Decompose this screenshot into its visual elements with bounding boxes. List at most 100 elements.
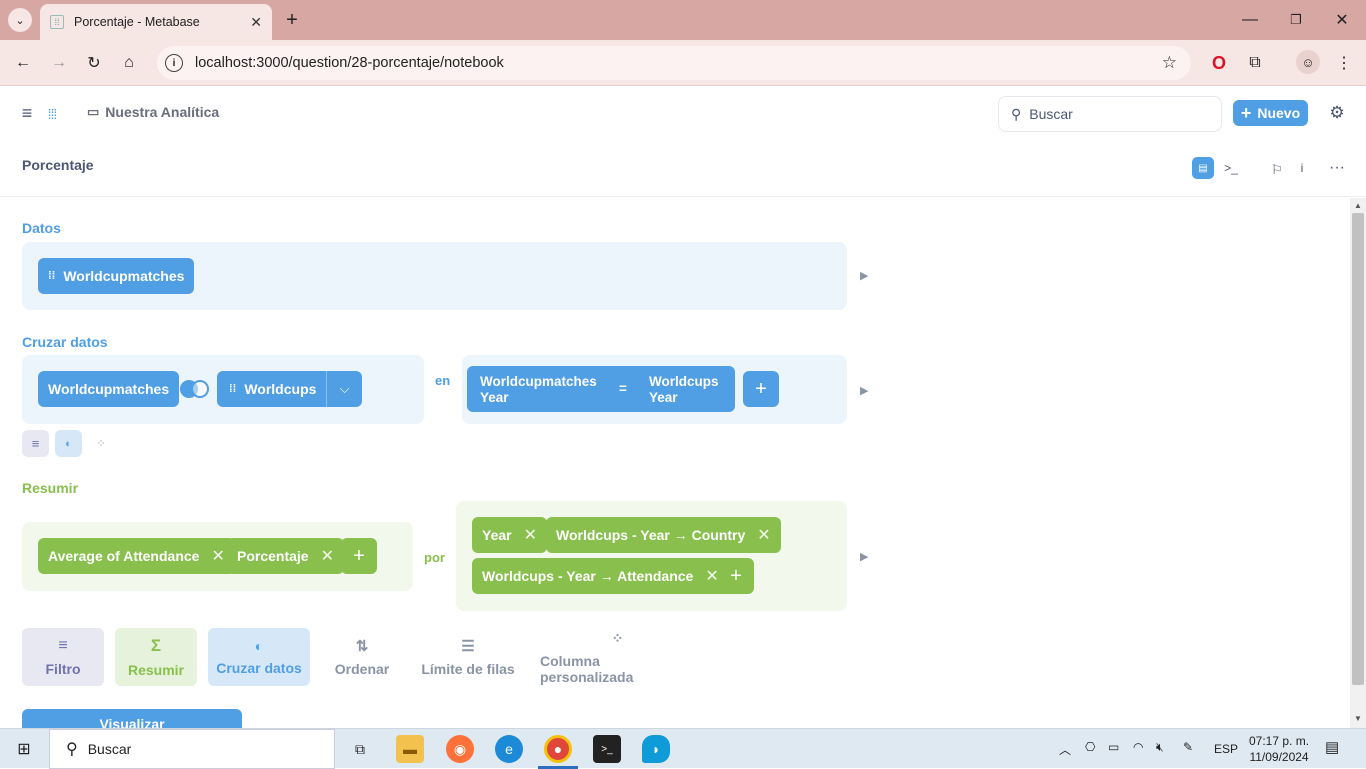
reload-icon[interactable]: ↻ bbox=[83, 52, 105, 74]
visualize-label: Visualizar bbox=[99, 716, 165, 728]
task-view-icon[interactable]: ⧉ bbox=[346, 735, 374, 763]
join-right-table-name: Worldcups bbox=[244, 381, 317, 397]
add-breakout-button[interactable]: + bbox=[718, 558, 754, 594]
scroll-down-icon[interactable]: ▼ bbox=[1354, 714, 1362, 723]
clock[interactable]: 07:17 p. m. 11/09/2024 bbox=[1249, 733, 1309, 765]
join-left-column[interactable]: Worldcupmatches Year bbox=[480, 374, 597, 406]
join-right-column-field: Year bbox=[649, 390, 678, 405]
preview-data-icon[interactable]: ▶ bbox=[860, 269, 868, 282]
join-action-button[interactable]: ◐ Cruzar datos bbox=[208, 628, 310, 686]
scrollbar-thumb[interactable] bbox=[1352, 213, 1364, 685]
metric-pill[interactable]: Average of Attendance ✕ bbox=[38, 538, 235, 574]
pen-icon[interactable]: ✎ bbox=[1183, 740, 1193, 754]
restore-icon[interactable]: ❐ bbox=[1286, 8, 1306, 32]
visualize-button[interactable]: Visualizar bbox=[22, 709, 242, 728]
browser-tab[interactable]: ⁞⁞ Porcentaje - Metabase ✕ bbox=[40, 4, 272, 40]
join-left-table-pill[interactable]: Worldcupmatches bbox=[38, 371, 180, 407]
add-join-step-icon[interactable]: ◐ bbox=[55, 430, 82, 457]
add-custom-column-step-icon[interactable]: ⁘ bbox=[90, 430, 112, 457]
home-icon[interactable]: ⌂ bbox=[118, 52, 140, 74]
preview-join-icon[interactable]: ▶ bbox=[860, 384, 868, 397]
hamburger-menu-icon[interactable]: ≡ bbox=[18, 103, 36, 123]
tray-chevron-icon[interactable]: ︿ bbox=[1059, 741, 1071, 758]
custom-column-action-button[interactable]: ⁘ Columna personalizada bbox=[540, 628, 695, 686]
metabase-logo-icon[interactable]: ⁞⁞⁞ bbox=[38, 101, 66, 127]
scroll-up-icon[interactable]: ▲ bbox=[1354, 201, 1362, 210]
chrome-icon[interactable]: ● bbox=[544, 735, 572, 763]
question-title[interactable]: Porcentaje bbox=[22, 157, 94, 173]
collection-name: Nuestra Analítica bbox=[105, 104, 220, 120]
tab-search-icon[interactable]: ⌄ bbox=[8, 8, 32, 32]
taskbar-search-label: Buscar bbox=[87, 741, 132, 757]
close-tab-icon[interactable]: ✕ bbox=[250, 14, 262, 31]
breakout-pill[interactable]: Worldcups - Year → Attendance ✕ bbox=[472, 558, 729, 594]
new-tab-icon[interactable]: + bbox=[282, 8, 302, 32]
forward-icon[interactable]: → bbox=[48, 52, 70, 74]
add-metric-button[interactable]: + bbox=[341, 538, 377, 574]
join-type-icon[interactable] bbox=[180, 380, 210, 398]
bookmark-star-icon[interactable]: ☆ bbox=[1162, 53, 1177, 73]
profile-avatar[interactable]: ☺ bbox=[1296, 50, 1320, 74]
page-scrollbar[interactable]: ▲ ▼ bbox=[1350, 198, 1366, 728]
remove-breakout-icon[interactable]: ✕ bbox=[524, 525, 537, 545]
battery-icon[interactable]: ▭ bbox=[1108, 740, 1119, 754]
tray-app-icon[interactable]: ⎔ bbox=[1085, 740, 1095, 754]
add-join-condition-button[interactable]: + bbox=[743, 371, 779, 407]
plus-icon: + bbox=[1240, 102, 1252, 123]
address-bar[interactable]: i localhost:3000/question/28-porcentaje/… bbox=[157, 46, 1191, 80]
join-action-label: Cruzar datos bbox=[216, 660, 302, 676]
volume-icon[interactable]: 🔇︎ bbox=[1156, 740, 1164, 755]
back-icon[interactable]: ← bbox=[12, 52, 34, 74]
bookmark-icon[interactable]: ⚐ bbox=[1268, 159, 1286, 181]
filter-icon: ≡ bbox=[58, 637, 68, 654]
metric-pill[interactable]: Porcentaje ✕ bbox=[227, 538, 344, 574]
join-right-column[interactable]: Worldcups Year bbox=[649, 374, 719, 406]
url-text: localhost:3000/question/28-porcentaje/no… bbox=[195, 55, 504, 71]
extensions-icon[interactable]: ⧉ bbox=[1244, 52, 1266, 74]
firefox-icon[interactable]: ◉ bbox=[446, 735, 474, 763]
preview-summarize-icon[interactable]: ▶ bbox=[860, 550, 868, 563]
window-close-icon[interactable]: ✕ bbox=[1332, 8, 1352, 32]
collection-breadcrumb[interactable]: ▭ Nuestra Analítica bbox=[87, 104, 219, 120]
sql-editor-icon[interactable]: >_ bbox=[1222, 157, 1240, 179]
notifications-icon[interactable]: ▤ bbox=[1325, 738, 1339, 756]
taskbar-search[interactable]: ⚲ Buscar bbox=[49, 729, 335, 769]
folder-icon: ▭ bbox=[87, 104, 100, 119]
breakout-name: Worldcups - Year → Attendance bbox=[482, 568, 694, 584]
notebook-editor-icon[interactable]: ▤ bbox=[1192, 157, 1214, 179]
chrome-menu-icon[interactable]: ⋮ bbox=[1334, 52, 1354, 74]
sort-action-button[interactable]: ⇅ Ordenar bbox=[326, 628, 398, 686]
join-right-table-pill[interactable]: ⁞⁞ Worldcups ⌵ bbox=[217, 371, 362, 407]
info-icon[interactable]: i bbox=[1294, 157, 1310, 179]
remove-breakout-icon[interactable]: ✕ bbox=[705, 566, 718, 586]
language-indicator[interactable]: ESP bbox=[1214, 742, 1238, 756]
metabase-navbar: ≡ ⁞⁞⁞ ▭ Nuestra Analítica ⚲ Buscar + Nue… bbox=[0, 87, 1366, 139]
remove-metric-icon[interactable]: ✕ bbox=[211, 546, 224, 566]
breakout-pill[interactable]: Year ✕ bbox=[472, 517, 547, 553]
opera-extension-icon[interactable]: O bbox=[1208, 52, 1230, 74]
data-table-pill[interactable]: ⁞⁞ Worldcupmatches bbox=[38, 258, 195, 294]
summarize-action-button[interactable]: Σ Resumir bbox=[115, 628, 197, 686]
new-button-label: Nuevo bbox=[1257, 105, 1301, 121]
search-input[interactable]: ⚲ Buscar bbox=[998, 96, 1222, 132]
filter-action-button[interactable]: ≡ Filtro bbox=[22, 628, 104, 686]
join-operator[interactable]: = bbox=[619, 381, 627, 396]
wifi-icon[interactable]: ◠ bbox=[1133, 740, 1143, 754]
file-explorer-icon[interactable]: ▬ bbox=[396, 735, 424, 763]
breakout-pill[interactable]: Worldcups - Year → Country ✕ bbox=[546, 517, 781, 553]
limit-action-button[interactable]: ☰ Límite de filas bbox=[418, 628, 518, 686]
edge-icon[interactable]: e bbox=[495, 735, 523, 763]
windows-start-icon[interactable]: ⊞ bbox=[14, 739, 34, 759]
join-condition[interactable]: Worldcupmatches Year = Worldcups Year bbox=[467, 366, 735, 412]
settings-gear-icon[interactable]: ⚙ bbox=[1327, 103, 1347, 123]
remove-metric-icon[interactable]: ✕ bbox=[321, 546, 334, 566]
more-options-icon[interactable]: ··· bbox=[1326, 157, 1348, 179]
terminal-icon[interactable]: >_ bbox=[593, 735, 621, 763]
add-filter-step-icon[interactable]: ≡ bbox=[22, 430, 49, 457]
remove-breakout-icon[interactable]: ✕ bbox=[757, 525, 770, 545]
app-icon[interactable]: ◗ bbox=[642, 735, 670, 763]
site-info-icon[interactable]: i bbox=[165, 54, 183, 72]
chevron-down-icon[interactable]: ⌵ bbox=[326, 371, 362, 407]
minimize-icon[interactable]: — bbox=[1240, 8, 1260, 32]
new-button[interactable]: + Nuevo bbox=[1233, 100, 1308, 126]
